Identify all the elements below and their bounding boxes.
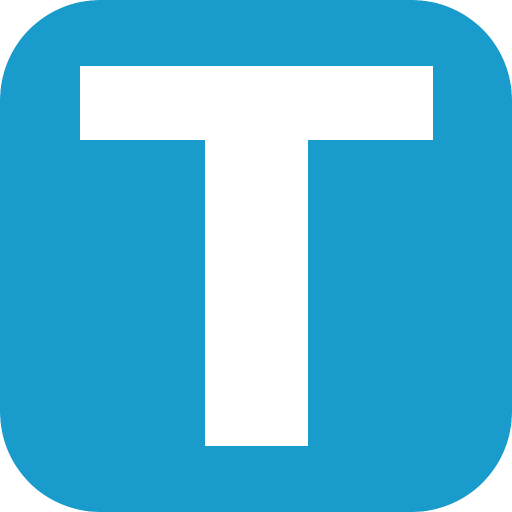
app-icon-graphic (0, 0, 512, 512)
t-letter-crossbar (80, 66, 433, 140)
t-letter-stem (205, 140, 308, 446)
app-icon[interactable]: T (0, 0, 512, 512)
